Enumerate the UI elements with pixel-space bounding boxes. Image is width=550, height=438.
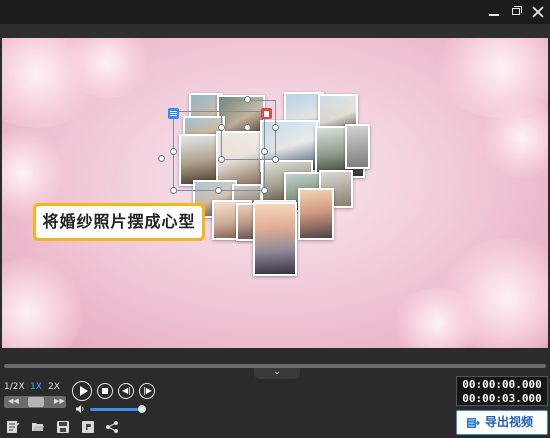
resize-handle[interactable] (272, 156, 279, 163)
speed-1x-button[interactable]: 1X (30, 380, 42, 394)
wedding-photo[interactable] (253, 202, 297, 276)
previous-icon: ◀| (122, 386, 131, 395)
play-button[interactable] (72, 381, 92, 401)
current-time: 00:00:00.000 (462, 378, 542, 391)
caption-text: 将婚纱照片摆成心型 (36, 206, 202, 238)
export-video-label: 导出视频 (485, 415, 534, 429)
edit-icon[interactable] (6, 420, 20, 434)
save-as-icon[interactable] (81, 420, 95, 434)
play-icon (80, 386, 88, 396)
volume-slider[interactable] (90, 408, 144, 411)
wedding-photo[interactable] (345, 124, 370, 169)
speed-half-button[interactable]: 1/2X (4, 380, 25, 394)
stop-button[interactable] (97, 383, 113, 399)
export-video-button[interactable]: 导出视频 (456, 410, 548, 435)
caption-box[interactable]: 将婚纱照片摆成心型 (33, 203, 205, 241)
blossom-decoration (2, 258, 82, 348)
resize-handle[interactable] (215, 187, 222, 194)
resize-handle[interactable] (261, 187, 268, 194)
previous-frame-button[interactable]: ◀| (118, 383, 134, 399)
time-display: 00:00:00.000 00:00:03.000 (456, 376, 548, 406)
video-preview[interactable] (2, 38, 548, 348)
volume-slider-handle[interactable] (138, 405, 146, 413)
title-bar (0, 0, 550, 24)
next-icon: |▶ (143, 386, 152, 395)
close-icon[interactable] (528, 2, 548, 22)
share-icon[interactable] (105, 420, 119, 434)
list-icon[interactable] (168, 108, 179, 119)
blossom-decoration (482, 98, 548, 178)
save-icon[interactable] (56, 420, 70, 434)
stop-icon (102, 388, 108, 394)
resize-handle[interactable] (158, 155, 165, 162)
fast-forward-icon[interactable]: ▶▶ (54, 397, 65, 405)
resize-handle[interactable] (218, 124, 225, 131)
resize-handle[interactable] (170, 148, 177, 155)
next-frame-button[interactable]: |▶ (139, 383, 155, 399)
resize-handle[interactable] (272, 124, 279, 131)
resize-handle[interactable] (218, 156, 225, 163)
resize-handle[interactable] (261, 148, 268, 155)
resize-handle[interactable] (244, 124, 251, 131)
resize-handle[interactable] (170, 187, 177, 194)
volume-icon[interactable] (75, 404, 85, 414)
speed-slider-handle[interactable] (28, 397, 44, 407)
chevron-down-icon[interactable]: ⌄ (254, 368, 300, 379)
preview-top-strip (0, 24, 550, 38)
total-time: 00:00:03.000 (462, 392, 542, 405)
restore-icon[interactable] (506, 2, 526, 22)
folder-open-icon[interactable] (31, 420, 45, 434)
resize-handle[interactable] (244, 96, 251, 103)
speed-2x-button[interactable]: 2X (48, 380, 60, 394)
rewind-icon[interactable]: ◀◀ (8, 397, 19, 405)
minimize-icon[interactable] (484, 2, 504, 22)
export-icon (467, 418, 480, 428)
trash-icon[interactable] (261, 108, 272, 119)
wedding-photo[interactable] (298, 188, 334, 240)
